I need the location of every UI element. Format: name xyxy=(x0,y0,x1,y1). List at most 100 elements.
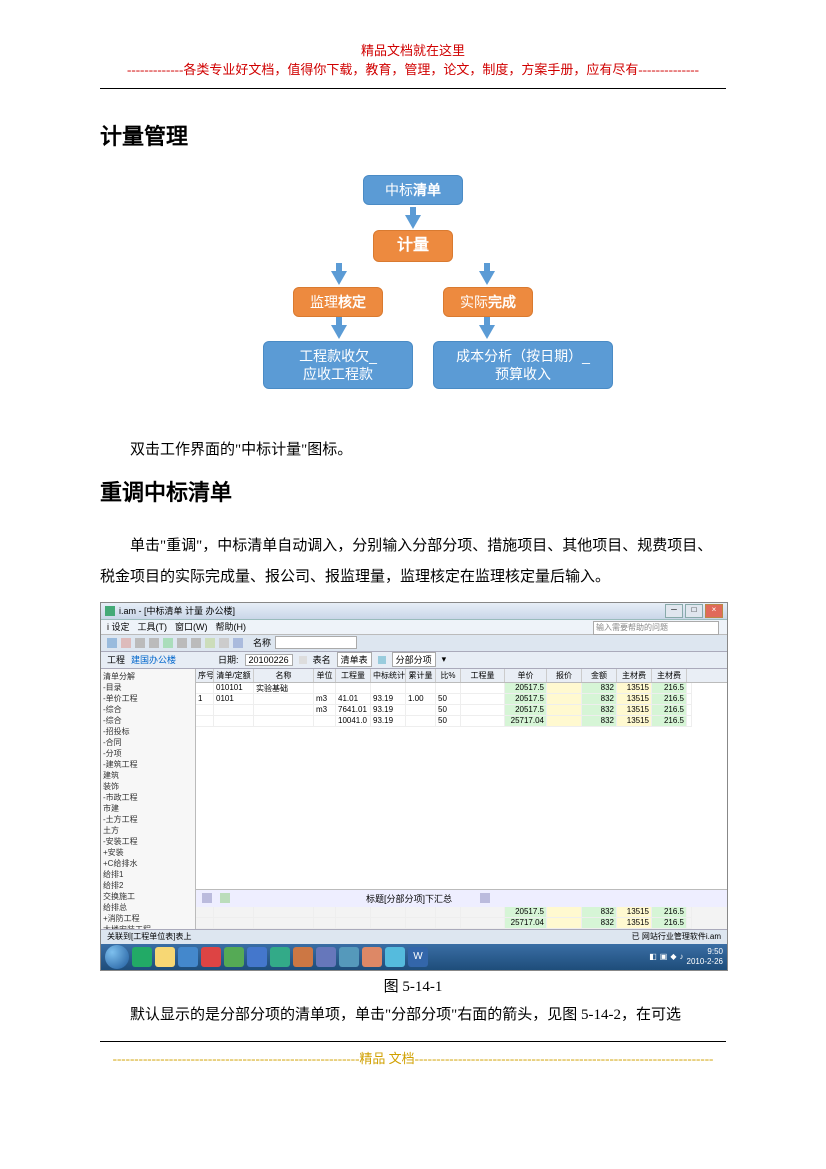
tree-item[interactable]: -土方工程 xyxy=(103,814,193,825)
grid-cell[interactable] xyxy=(461,705,505,716)
grid-cell[interactable]: 832 xyxy=(582,705,617,716)
grid-cell[interactable]: 832 xyxy=(582,716,617,727)
tree-item[interactable]: -招投标 xyxy=(103,726,193,737)
grid-cell[interactable]: 13515 xyxy=(617,705,652,716)
toolbar-name-input[interactable] xyxy=(275,636,357,649)
grid-cell[interactable]: 10041.0 xyxy=(336,716,371,727)
grid-cell[interactable]: 13515 xyxy=(617,694,652,705)
grid-cell[interactable] xyxy=(687,918,692,929)
grid-cell[interactable] xyxy=(214,716,254,727)
grid-cell[interactable]: 20517.5 xyxy=(505,907,547,918)
grid-cell[interactable]: 216.5 xyxy=(652,716,687,727)
grid-cell[interactable] xyxy=(371,918,406,929)
grid-cell[interactable]: 832 xyxy=(582,683,617,694)
taskbar-icon[interactable] xyxy=(362,947,382,967)
grid-cell[interactable] xyxy=(254,694,314,705)
grid-cell[interactable] xyxy=(336,918,371,929)
tree-item[interactable]: +C给排水 xyxy=(103,858,193,869)
grid-cell[interactable] xyxy=(406,705,436,716)
grid-cell[interactable]: 13515 xyxy=(617,716,652,727)
grid-cell[interactable] xyxy=(254,716,314,727)
tree-item[interactable]: -综合 xyxy=(103,715,193,726)
grid-cell[interactable] xyxy=(461,683,505,694)
grid-cell[interactable]: 216.5 xyxy=(652,918,687,929)
grid-cell[interactable]: 50 xyxy=(436,694,461,705)
chevron-down-icon[interactable]: ▾ xyxy=(442,654,447,665)
grid-cell[interactable]: 41.01 xyxy=(336,694,371,705)
filter-select[interactable]: 分部分项 xyxy=(392,652,436,667)
grid-cell[interactable]: 216.5 xyxy=(652,683,687,694)
grid-cell[interactable]: 832 xyxy=(582,694,617,705)
start-button[interactable] xyxy=(105,945,129,969)
footer-icon[interactable] xyxy=(220,893,230,903)
grid-cell[interactable]: 216.5 xyxy=(652,907,687,918)
grid-cell[interactable]: 010101 xyxy=(214,683,254,694)
grid-cell[interactable]: 20517.5 xyxy=(505,694,547,705)
tree-item[interactable]: 给排2 xyxy=(103,880,193,891)
grid-cell[interactable] xyxy=(461,918,505,929)
taskbar-word-icon[interactable]: W xyxy=(408,947,428,967)
grid-cell[interactable]: 13515 xyxy=(617,907,652,918)
grid-cell[interactable] xyxy=(547,716,582,727)
grid-cell[interactable] xyxy=(406,907,436,918)
grid-cell[interactable]: 93.19 xyxy=(371,716,406,727)
tree-item[interactable]: 给排总 xyxy=(103,902,193,913)
footer-icon[interactable] xyxy=(480,893,490,903)
close-button[interactable]: × xyxy=(705,604,723,618)
menu-settings[interactable]: i 设定 xyxy=(107,620,130,633)
toolbar-icon[interactable] xyxy=(191,638,201,648)
tree-item[interactable]: 清单分解 xyxy=(103,671,193,682)
toolbar-icon[interactable] xyxy=(135,638,145,648)
taskbar-icon[interactable] xyxy=(385,947,405,967)
grid-cell[interactable] xyxy=(461,716,505,727)
taskbar-icon[interactable] xyxy=(132,947,152,967)
grid-cell[interactable] xyxy=(406,716,436,727)
system-tray[interactable]: ◧ ▣ ◆ ♪ 9:50 2010-2-26 xyxy=(649,947,723,967)
tree-item[interactable]: -单价工程 xyxy=(103,693,193,704)
grid-cell[interactable] xyxy=(336,907,371,918)
taskbar-icon[interactable] xyxy=(316,947,336,967)
tree-item[interactable]: +安装 xyxy=(103,847,193,858)
tree-item[interactable]: 交换施工 xyxy=(103,891,193,902)
grid-cell[interactable]: 0101 xyxy=(214,694,254,705)
grid-cell[interactable]: 216.5 xyxy=(652,694,687,705)
taskbar-icon[interactable] xyxy=(247,947,267,967)
grid-cell[interactable]: 50 xyxy=(436,716,461,727)
grid-cell[interactable]: 832 xyxy=(582,907,617,918)
grid-cell[interactable] xyxy=(687,716,692,727)
grid-cell[interactable] xyxy=(196,907,214,918)
grid-cell[interactable]: m3 xyxy=(314,694,336,705)
date-picker-icon[interactable] xyxy=(299,656,307,664)
grid-cell[interactable] xyxy=(687,694,692,705)
grid-cell[interactable] xyxy=(254,907,314,918)
tree-panel[interactable]: 清单分解-目录-单价工程 -综合 -综合 -招投标 -合同 -分项-建筑工程 建… xyxy=(101,669,196,929)
grid-cell[interactable] xyxy=(196,918,214,929)
toolbar-main[interactable]: 名称 xyxy=(101,635,727,652)
taskbar-icon[interactable] xyxy=(293,947,313,967)
tray-icon[interactable]: ♪ xyxy=(680,952,684,961)
toolbar-icon[interactable] xyxy=(378,656,386,664)
menu-window[interactable]: 窗口(W) xyxy=(175,620,208,633)
taskbar-explorer-icon[interactable] xyxy=(155,947,175,967)
toolbar-icon[interactable] xyxy=(163,638,173,648)
taskbar-icon[interactable] xyxy=(201,947,221,967)
menu-help[interactable]: 帮助(H) xyxy=(216,620,247,633)
taskbar-icon[interactable] xyxy=(270,947,290,967)
tree-item[interactable]: -目录 xyxy=(103,682,193,693)
tree-item[interactable]: 给排1 xyxy=(103,869,193,880)
grid-cell[interactable]: 93.19 xyxy=(371,705,406,716)
grid-cell[interactable] xyxy=(547,683,582,694)
taskbar-icon[interactable] xyxy=(224,947,244,967)
tree-item[interactable]: +消防工程 xyxy=(103,913,193,924)
tray-icon[interactable]: ◧ xyxy=(649,952,657,961)
grid-cell[interactable] xyxy=(214,705,254,716)
grid-cell[interactable] xyxy=(547,705,582,716)
project-value[interactable]: 建国办公楼 xyxy=(131,653,176,666)
grid-cell[interactable] xyxy=(214,907,254,918)
grid-cell[interactable] xyxy=(436,907,461,918)
footer-icon[interactable] xyxy=(202,893,212,903)
toolbar-icon[interactable] xyxy=(219,638,229,648)
grid-cell[interactable] xyxy=(436,683,461,694)
tree-item[interactable]: 建筑 xyxy=(103,770,193,781)
grid-cell[interactable]: 216.5 xyxy=(652,705,687,716)
